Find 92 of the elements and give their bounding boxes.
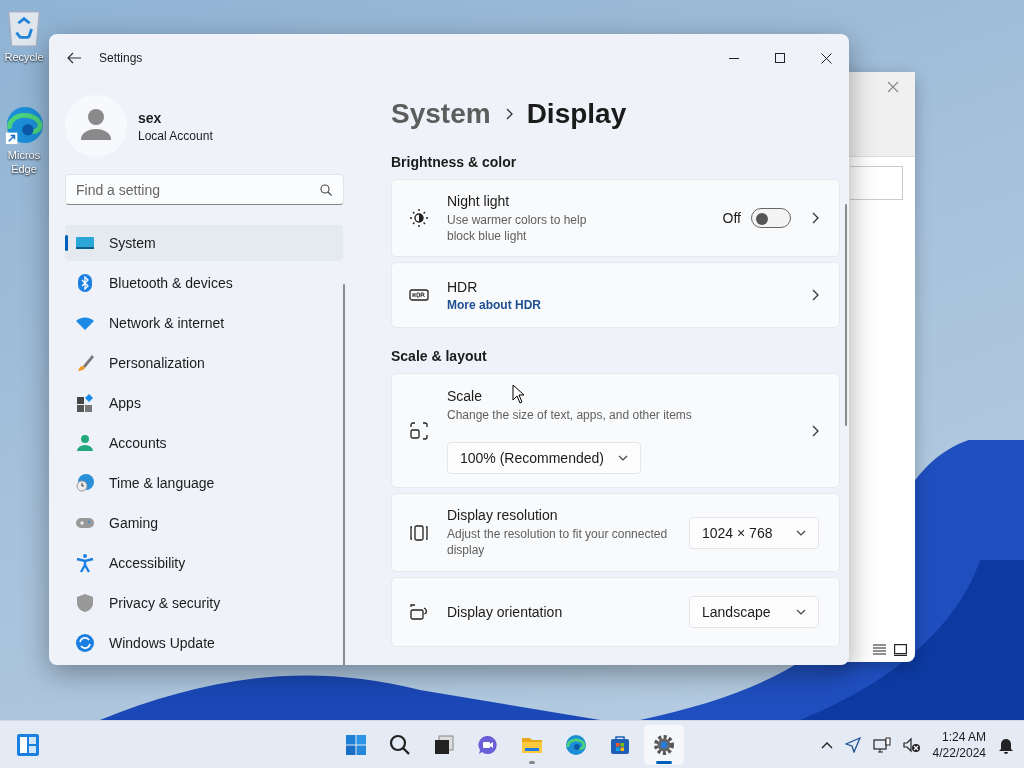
nav-item[interactable]: Apps (65, 385, 343, 421)
chevron-down-icon (617, 454, 628, 461)
folder-icon (522, 738, 542, 753)
shield-icon (77, 594, 93, 612)
nav-item[interactable]: Bluetooth & devices (65, 265, 343, 301)
mouse-pointer-icon (512, 384, 525, 404)
chevron-right-icon (811, 289, 819, 301)
browser-icon (566, 735, 586, 755)
chevron-right-icon (811, 212, 819, 224)
close-icon[interactable] (887, 81, 899, 93)
bluetooth-icon (78, 274, 92, 292)
list-view-icon[interactable] (873, 644, 886, 655)
scale-dropdown[interactable]: 100% (Recommended) (447, 441, 641, 474)
browser-icon[interactable] (4, 104, 44, 146)
clock-date[interactable]: 4/22/2024 (932, 744, 986, 761)
avatar-icon (65, 95, 127, 157)
desktop-icon-label: Micros Edge (7, 148, 41, 176)
person-icon (77, 435, 93, 451)
close-icon (820, 52, 832, 64)
setting-title: Display resolution (447, 507, 558, 523)
accessibility-icon (75, 554, 95, 573)
setting-description: Change the size of text, apps, and other items (447, 406, 692, 423)
value-dropdown[interactable]: Landscape (689, 596, 819, 628)
globe-clock-icon (76, 474, 94, 492)
hdr-icon (409, 289, 429, 301)
nav-item[interactable]: Network & internet (65, 305, 343, 341)
setting-title: Display orientation (447, 604, 563, 620)
store-icon (611, 736, 629, 754)
chevron-down-icon (796, 529, 806, 536)
search-icon (320, 184, 332, 196)
search-field[interactable]: Find a setting (65, 174, 344, 205)
monitor-icon (76, 237, 94, 249)
section-heading: Brightness & color (391, 154, 518, 170)
chevron-up-icon[interactable] (820, 740, 833, 749)
back-arrow-icon (67, 52, 81, 64)
setting-title: HDR (447, 278, 478, 295)
toggle-state-label: Off (722, 210, 741, 226)
nav-item[interactable]: Personalization (65, 345, 343, 381)
account-type: Local Account (138, 128, 213, 143)
minimize-icon (729, 57, 739, 59)
clock-time[interactable]: 1:24 AM (941, 728, 986, 745)
window-title: Settings (99, 51, 144, 65)
setting-title: Scale (447, 387, 483, 404)
taskbar-app-button[interactable] (644, 725, 684, 765)
chevron-right-icon (811, 424, 819, 437)
setting-description: Adjust the resolution to fit your connected display (447, 526, 669, 558)
nav-item[interactable]: Time & language (65, 465, 343, 501)
setting-description: Use warmer colors to help block blue light (447, 211, 588, 244)
orientation-icon (410, 604, 427, 620)
apps-icon (77, 394, 93, 412)
windows-logo-icon (346, 735, 366, 755)
chat-icon (478, 736, 497, 754)
breadcrumb-chevron-icon (504, 108, 513, 120)
more-info-link[interactable]: More about HDR (447, 297, 541, 312)
location-arrow-icon[interactable] (844, 736, 861, 753)
nav-item[interactable]: Accounts (65, 425, 343, 461)
brightness-icon (409, 208, 429, 228)
value-dropdown[interactable]: 1024 × 768 (689, 516, 819, 549)
nav-item[interactable]: Accessibility (65, 545, 343, 581)
paintbrush-icon (78, 355, 94, 371)
wifi-icon (76, 317, 94, 330)
task-view-icon (435, 735, 454, 754)
toggle-switch[interactable] (751, 208, 791, 228)
setting-card[interactable]: Scale Change the size of text, apps, and other items 100% (Recommended) (391, 373, 840, 488)
page-title: Display (526, 98, 627, 130)
chevron-down-icon (796, 609, 806, 615)
user-name: sex (138, 109, 163, 126)
nav-item[interactable]: Windows Update (65, 625, 343, 661)
desktop-icon-label: Recycle (4, 50, 44, 64)
section-heading: Scale & layout (391, 348, 488, 364)
network-monitor-icon[interactable] (872, 736, 891, 753)
resolution-icon (410, 524, 428, 541)
speaker-muted-icon[interactable] (902, 736, 921, 753)
setting-card[interactable]: Night light Use warmer colors to help block blue light Off (391, 179, 840, 257)
setting-card[interactable]: Display orientation Landscape (391, 577, 840, 647)
setting-title: Night light (447, 192, 510, 209)
nav-item[interactable]: System (65, 225, 343, 261)
window-view-icon[interactable] (894, 644, 907, 656)
maximize-icon (775, 53, 785, 63)
sync-icon (76, 634, 94, 652)
widgets-icon[interactable] (16, 733, 40, 757)
recycle-bin-icon[interactable] (7, 8, 41, 48)
setting-card[interactable]: Display resolution Adjust the resolution to fit your connected display 1024 × 768 (391, 493, 840, 572)
text-field[interactable] (850, 166, 903, 200)
scale-icon (410, 421, 428, 440)
setting-card[interactable]: HDR More about HDR (391, 262, 840, 328)
search-icon (389, 734, 410, 755)
nav-item[interactable]: Gaming (65, 505, 343, 541)
nav-item[interactable]: Privacy & security (65, 585, 343, 621)
gamepad-icon (76, 518, 94, 528)
gear-icon (654, 735, 674, 755)
breadcrumb-parent[interactable]: System (391, 98, 491, 130)
